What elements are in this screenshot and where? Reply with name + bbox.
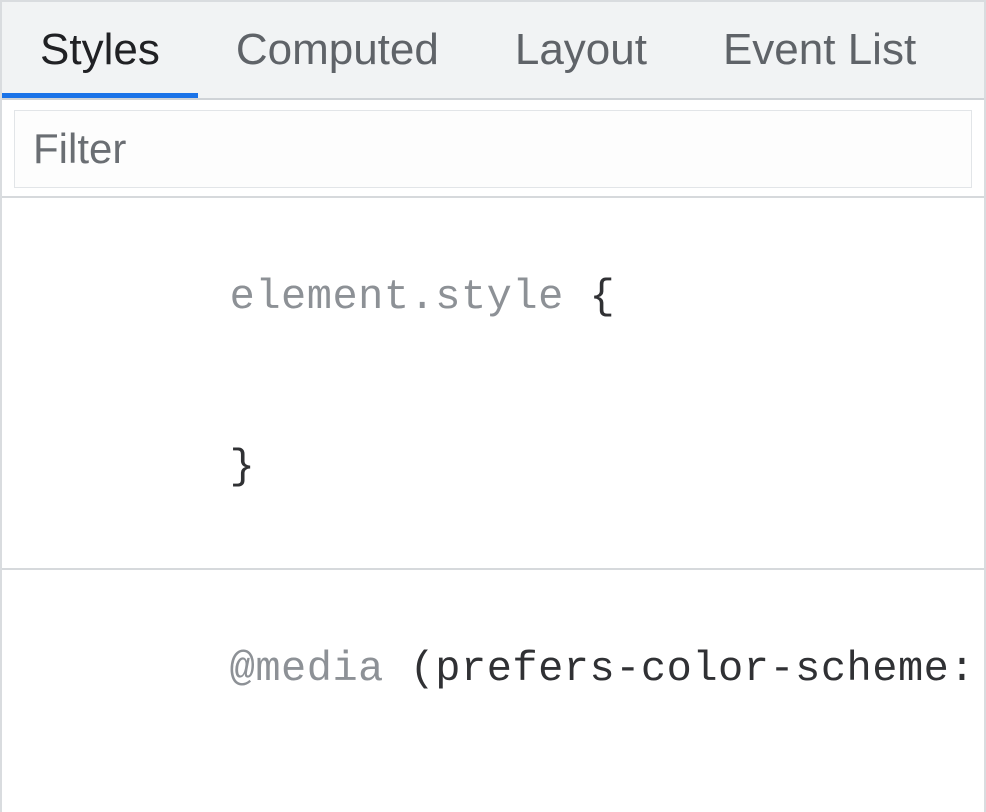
media-condition: (prefers-color-scheme: dark) — [384, 645, 986, 693]
filter-bar — [2, 100, 984, 198]
tab-label: Computed — [236, 25, 439, 75]
css-rules-list: element.style { } @media (prefers-color-… — [2, 198, 984, 812]
selector-element-style: element.style — [230, 273, 564, 321]
tab-layout[interactable]: Layout — [477, 2, 685, 98]
rule-element-style[interactable]: element.style { } — [2, 198, 984, 570]
filter-input[interactable] — [14, 110, 972, 188]
tab-computed[interactable]: Computed — [198, 2, 477, 98]
tab-styles[interactable]: Styles — [2, 2, 198, 98]
brace-open: { — [564, 273, 615, 321]
at-media-keyword: @media — [230, 645, 384, 693]
tab-label: Event List — [723, 25, 916, 75]
styles-panel: Styles Computed Layout Event List elemen… — [0, 0, 986, 812]
tab-label: Styles — [40, 25, 160, 75]
tab-label: Layout — [515, 25, 647, 75]
tab-event-listeners[interactable]: Event List — [685, 2, 916, 98]
tab-bar: Styles Computed Layout Event List — [2, 2, 984, 100]
rule-media-dark[interactable]: @media (prefers-color-scheme: dark) #eye… — [2, 570, 984, 812]
brace-close: } — [230, 443, 256, 491]
